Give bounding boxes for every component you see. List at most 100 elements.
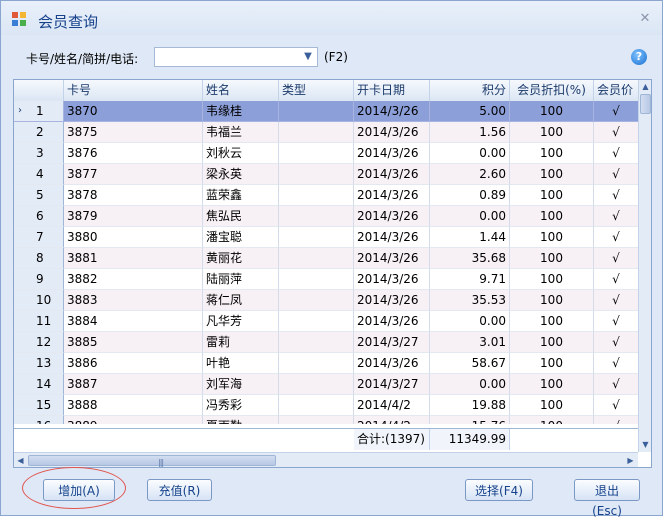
cell-name[interactable]: 刘军海 [203, 374, 279, 395]
row-header[interactable]: 9 [14, 269, 64, 290]
column-header-card[interactable]: 卡号 [64, 80, 203, 101]
cell-card[interactable]: 3879 [64, 206, 203, 227]
row-header[interactable]: 16 [14, 416, 64, 424]
cell-type[interactable] [279, 185, 354, 206]
chevron-down-icon[interactable]: ▼ [301, 49, 315, 65]
cell-card[interactable]: 3884 [64, 311, 203, 332]
cell-name[interactable]: 刘秋云 [203, 143, 279, 164]
table-row[interactable]: 4 3877 梁永英 2014/3/26 2.60 100 √ [14, 164, 639, 185]
cell-vip[interactable]: √ [594, 395, 639, 416]
cell-date[interactable]: 2014/3/26 [354, 185, 430, 206]
cell-card[interactable]: 3889 [64, 416, 203, 424]
select-button[interactable]: 选择(F4) [465, 479, 533, 501]
table-row[interactable]: 13 3886 叶艳 2014/3/26 58.67 100 √ [14, 353, 639, 374]
row-header[interactable]: 13 [14, 353, 64, 374]
cell-card[interactable]: 3878 [64, 185, 203, 206]
cell-name[interactable]: 夏雨勤 [203, 416, 279, 424]
cell-date[interactable]: 2014/3/26 [354, 143, 430, 164]
cell-vip[interactable]: √ [594, 101, 639, 122]
cell-vip[interactable]: √ [594, 185, 639, 206]
column-header-name[interactable]: 姓名 [203, 80, 279, 101]
scroll-right-icon[interactable]: ▶ [624, 454, 637, 467]
cell-vip[interactable]: √ [594, 416, 639, 424]
row-header[interactable]: 14 [14, 374, 64, 395]
cell-date[interactable]: 2014/3/26 [354, 122, 430, 143]
row-header[interactable]: 15 [14, 395, 64, 416]
cell-date[interactable]: 2014/3/27 [354, 374, 430, 395]
cell-card[interactable]: 3870 [64, 101, 203, 122]
table-row[interactable]: 15 3888 冯秀彩 2014/4/2 19.88 100 √ [14, 395, 639, 416]
cell-points[interactable]: 1.44 [430, 227, 510, 248]
cell-points[interactable]: 3.01 [430, 332, 510, 353]
row-header[interactable]: 10 [14, 290, 64, 311]
table-row[interactable]: 16 3889夏雨勤 2014/4/215.76100√ [14, 416, 639, 424]
cell-vip[interactable]: √ [594, 122, 639, 143]
cell-discount[interactable]: 100 [510, 143, 594, 164]
cell-date[interactable]: 2014/3/26 [354, 290, 430, 311]
row-header[interactable]: 8 [14, 248, 64, 269]
cell-type[interactable] [279, 353, 354, 374]
cell-card[interactable]: 3876 [64, 143, 203, 164]
column-header-date[interactable]: 开卡日期 [354, 80, 430, 101]
cell-name[interactable]: 韦缘桂 [203, 101, 279, 122]
cell-points[interactable]: 0.89 [430, 185, 510, 206]
row-header[interactable]: 4 [14, 164, 64, 185]
vertical-scrollbar[interactable]: ▲ ▼ [638, 80, 651, 452]
cell-vip[interactable]: √ [594, 227, 639, 248]
cell-name[interactable]: 蓝荣鑫 [203, 185, 279, 206]
cell-card[interactable]: 3880 [64, 227, 203, 248]
cell-points[interactable]: 19.88 [430, 395, 510, 416]
cell-card[interactable]: 3881 [64, 248, 203, 269]
table-row[interactable]: 6 3879 焦弘民 2014/3/26 0.00 100 √ [14, 206, 639, 227]
cell-name[interactable]: 潘宝聪 [203, 227, 279, 248]
cell-card[interactable]: 3885 [64, 332, 203, 353]
cell-card[interactable]: 3875 [64, 122, 203, 143]
cell-discount[interactable]: 100 [510, 395, 594, 416]
cell-name[interactable]: 冯秀彩 [203, 395, 279, 416]
cell-discount[interactable]: 100 [510, 122, 594, 143]
cell-date[interactable]: 2014/4/2 [354, 395, 430, 416]
column-header-vip-price[interactable]: 会员价 [594, 80, 639, 101]
cell-type[interactable] [279, 311, 354, 332]
cell-discount[interactable]: 100 [510, 269, 594, 290]
cell-type[interactable] [279, 143, 354, 164]
cell-name[interactable]: 韦福兰 [203, 122, 279, 143]
column-header-discount[interactable]: 会员折扣(%) [510, 80, 594, 101]
scroll-up-icon[interactable]: ▲ [639, 80, 651, 93]
cell-vip[interactable]: √ [594, 143, 639, 164]
cell-type[interactable] [279, 332, 354, 353]
cell-points[interactable]: 2.60 [430, 164, 510, 185]
cell-name[interactable]: 雷莉 [203, 332, 279, 353]
row-header[interactable]: › 1 [14, 101, 64, 122]
recharge-button[interactable]: 充值(R) [147, 479, 212, 501]
cell-date[interactable]: 2014/3/26 [354, 311, 430, 332]
cell-discount[interactable]: 100 [510, 353, 594, 374]
cell-discount[interactable]: 100 [510, 248, 594, 269]
add-button[interactable]: 增加(A) [43, 479, 115, 501]
table-row[interactable]: 8 3881 黄丽花 2014/3/26 35.68 100 √ [14, 248, 639, 269]
row-header[interactable]: 11 [14, 311, 64, 332]
cell-type[interactable] [279, 206, 354, 227]
cell-card[interactable]: 3882 [64, 269, 203, 290]
cell-points[interactable]: 0.00 [430, 143, 510, 164]
row-header[interactable]: 7 [14, 227, 64, 248]
cell-points[interactable]: 58.67 [430, 353, 510, 374]
row-header[interactable]: 5 [14, 185, 64, 206]
cell-type[interactable] [279, 395, 354, 416]
cell-vip[interactable]: √ [594, 206, 639, 227]
cell-discount[interactable]: 100 [510, 311, 594, 332]
cell-name[interactable]: 凡华芳 [203, 311, 279, 332]
cell-vip[interactable]: √ [594, 374, 639, 395]
cell-card[interactable]: 3883 [64, 290, 203, 311]
title-bar[interactable]: 会员查询 ✕ [1, 1, 662, 35]
cell-card[interactable]: 3887 [64, 374, 203, 395]
cell-vip[interactable]: √ [594, 311, 639, 332]
cell-name[interactable]: 梁永英 [203, 164, 279, 185]
cell-date[interactable]: 2014/3/26 [354, 227, 430, 248]
cell-vip[interactable]: √ [594, 269, 639, 290]
cell-discount[interactable]: 100 [510, 206, 594, 227]
cell-name[interactable]: 焦弘民 [203, 206, 279, 227]
cell-vip[interactable]: √ [594, 332, 639, 353]
table-row[interactable]: 2 3875 韦福兰 2014/3/26 1.56 100 √ [14, 122, 639, 143]
exit-button[interactable]: 退出(Esc) [574, 479, 640, 518]
